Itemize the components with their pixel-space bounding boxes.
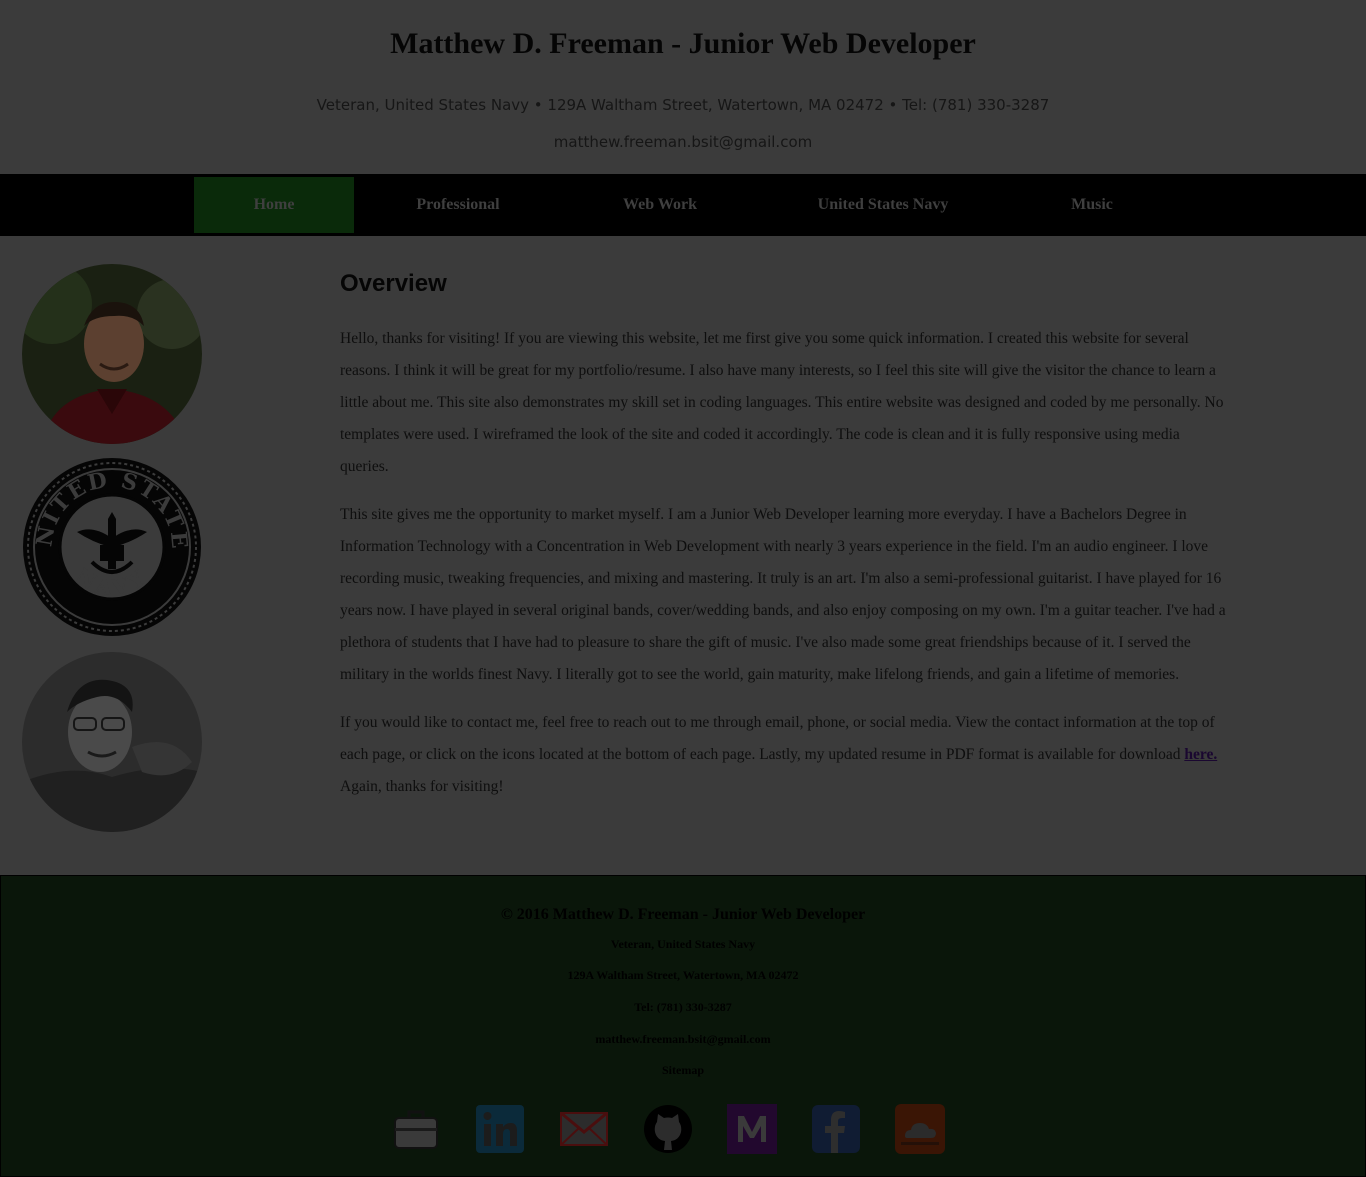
contact-email[interactable]: matthew.freeman.bsit@gmail.com [0,133,1366,151]
bio-paragraph: This site gives me the opportunity to ma… [340,506,1226,683]
site-header: Matthew D. Freeman - Junior Web Develope… [0,0,1366,174]
site-title: Matthew D. Freeman - Junior Web Develope… [390,27,976,60]
resume-download-link[interactable]: here. [1184,746,1217,763]
linkedin-icon[interactable] [475,1104,525,1154]
contact-info: Veteran, United States Navy • 129A Walth… [316,96,1050,114]
overview-heading: Overview [340,270,447,297]
github-icon[interactable] [643,1104,693,1154]
navy-seal: UNITED STATES NAVY [22,457,202,637]
social-icons [391,1104,951,1156]
footer-email[interactable]: matthew.freeman.bsit@gmail.com [1,1032,1365,1047]
briefcase-icon[interactable] [391,1104,441,1154]
nav-home[interactable]: Home [194,177,354,233]
nav-music[interactable]: Music [1012,177,1172,233]
intro-paragraph: Hello, thanks for visiting! If you are v… [340,330,1224,475]
main-content: Overview Hello, thanks for visiting! If … [340,270,1226,819]
site-footer: © 2016 Matthew D. Freeman - Junior Web D… [0,875,1366,1177]
contact-text-end: Again, thanks for visiting! [340,778,504,795]
main-nav: Home Professional Web Work United States… [0,174,1366,236]
contact-paragraph: If you would like to contact me, feel fr… [340,707,1226,803]
footer-copyright: © 2016 Matthew D. Freeman - Junior Web D… [500,906,866,923]
footer-veteran: Veteran, United States Navy [610,937,756,951]
footer-tel: Tel: (781) 330-3287 [634,1000,732,1014]
footer-address: 129A Waltham Street, Watertown, MA 02472 [567,968,799,982]
footer-sitemap-link[interactable]: Sitemap [1,1063,1365,1078]
nav-united-states-navy[interactable]: United States Navy [783,177,983,233]
medium-icon[interactable] [727,1104,777,1154]
nav-web-work[interactable]: Web Work [580,177,740,233]
facebook-icon[interactable] [811,1104,861,1154]
personal-photo [22,652,202,832]
contact-text: If you would like to contact me, feel fr… [340,714,1215,763]
mail-icon[interactable] [559,1104,609,1154]
soundcloud-icon[interactable] [895,1104,945,1154]
profile-photo [22,264,202,444]
nav-professional[interactable]: Professional [378,177,538,233]
